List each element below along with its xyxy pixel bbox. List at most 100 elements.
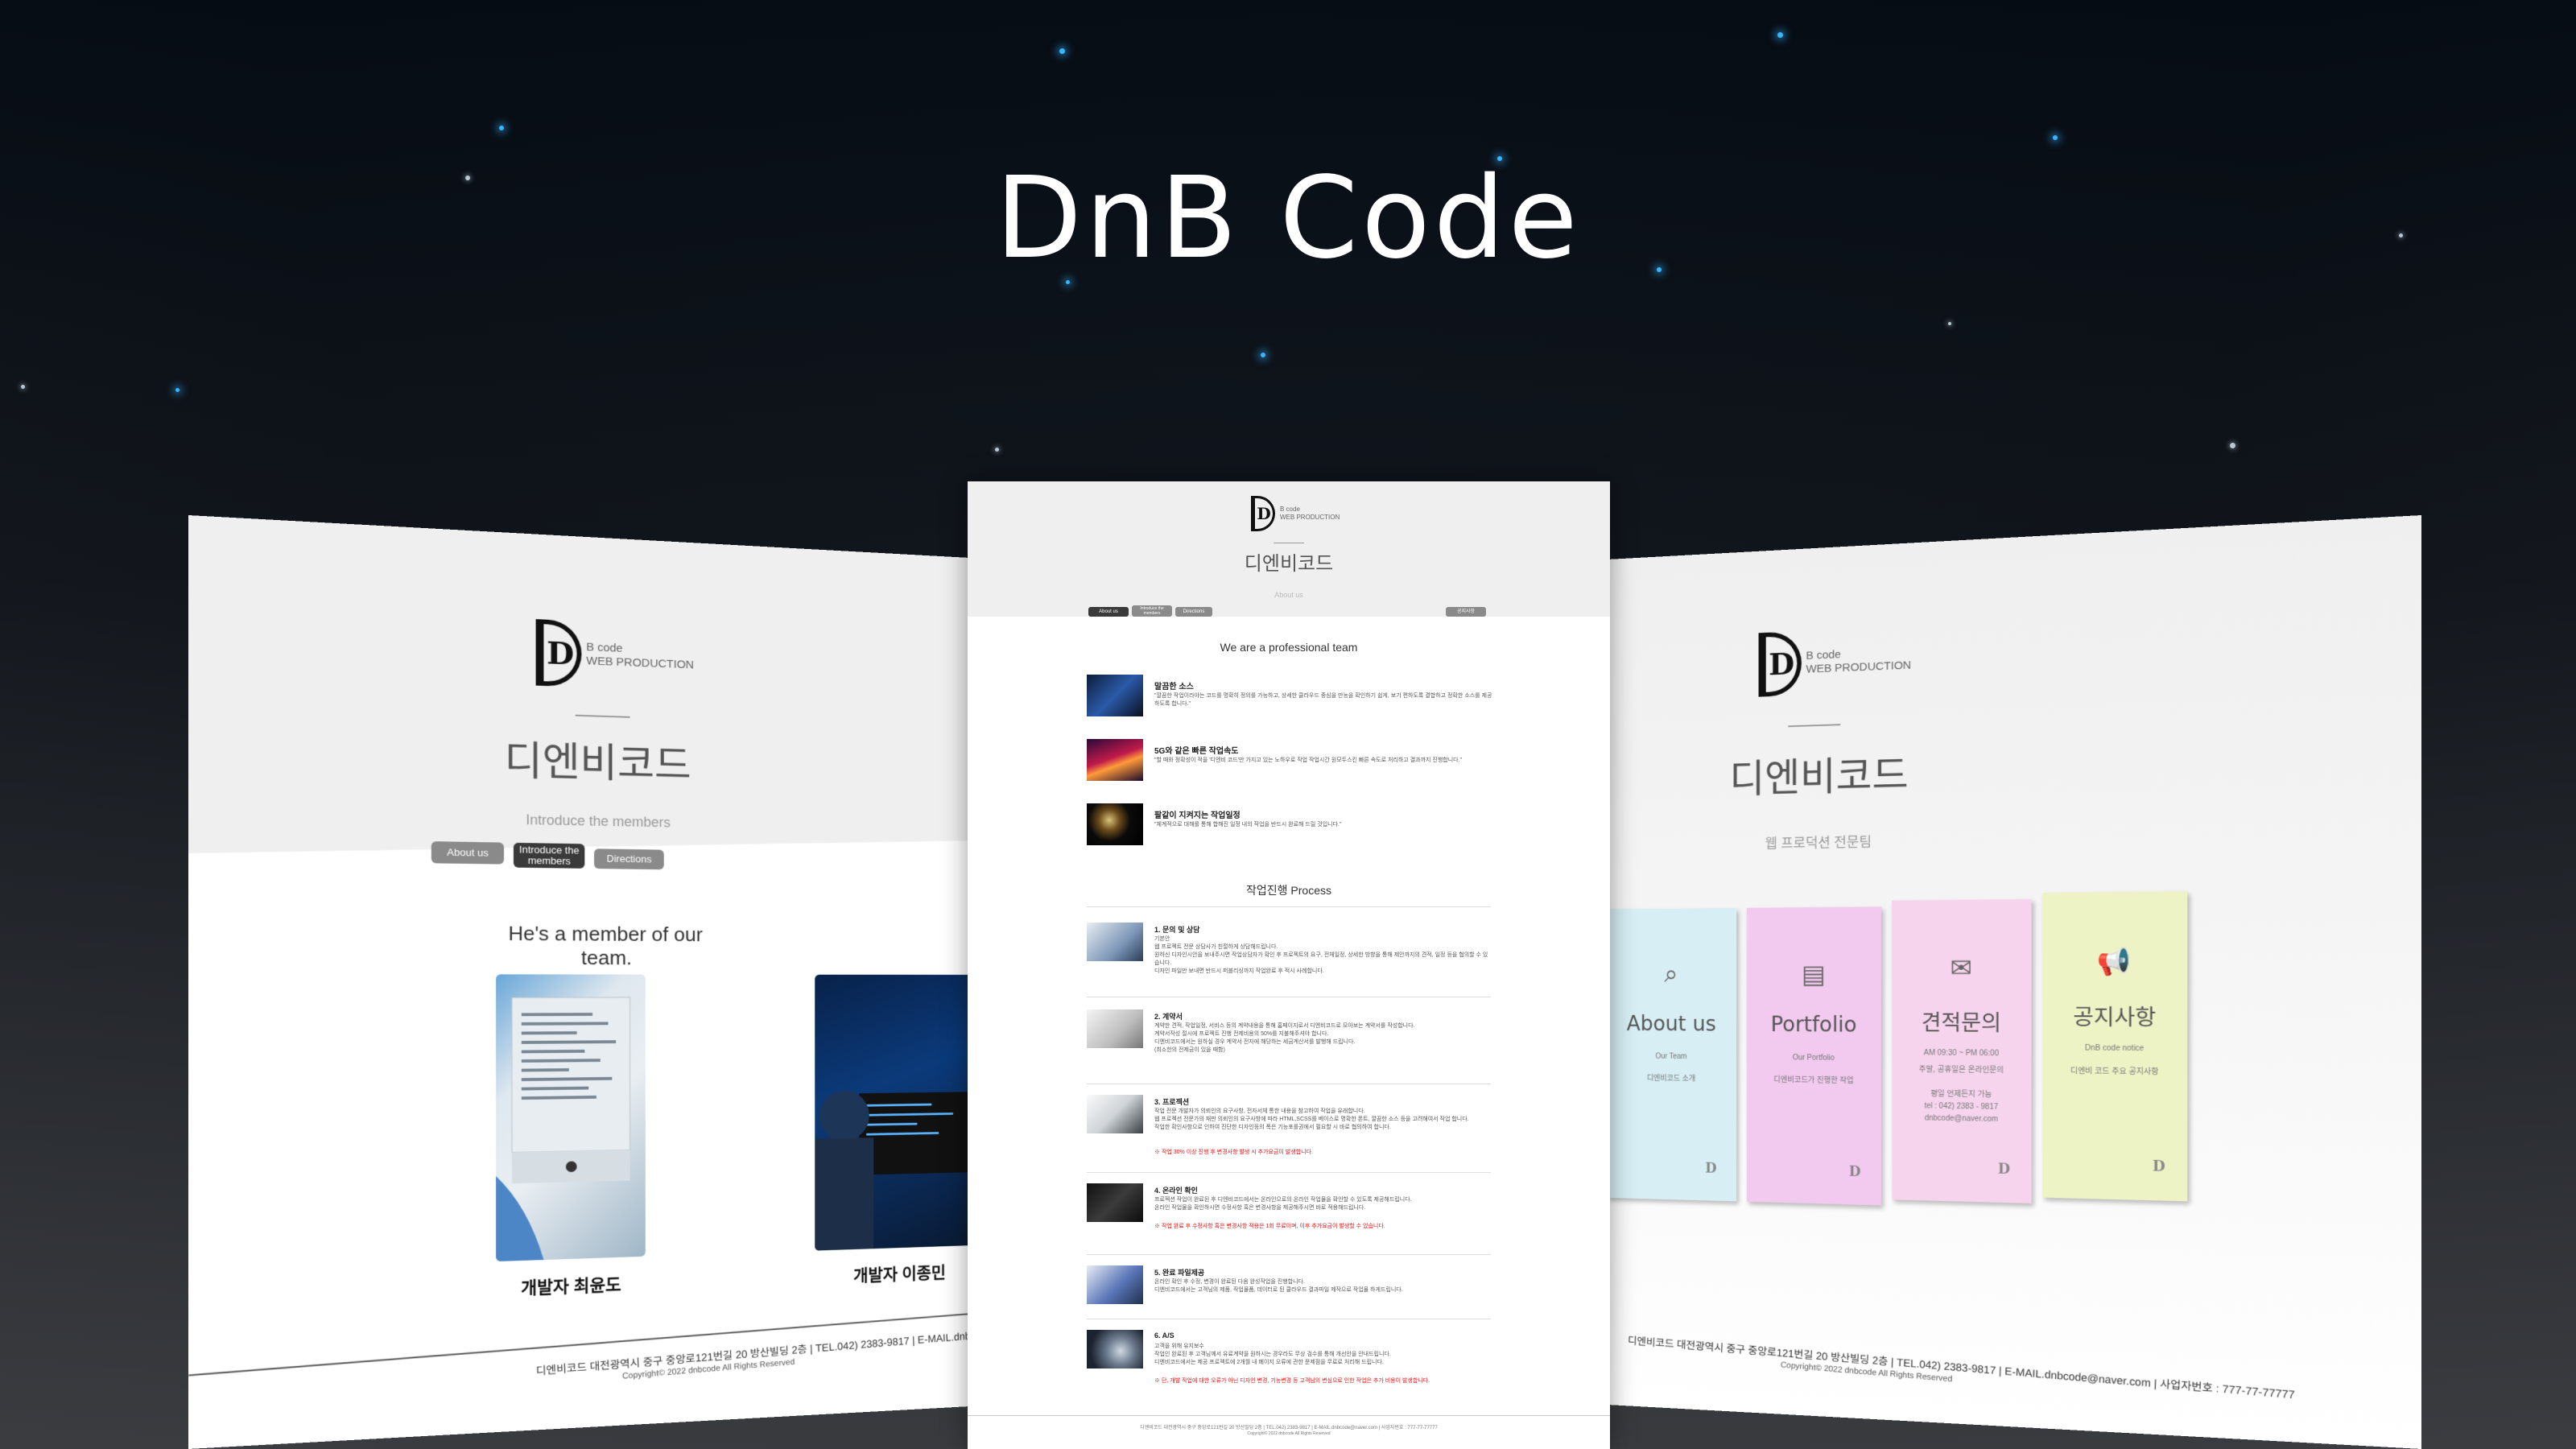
process-step: 1. 문의 및 상담 기본안 웹 프로젝트 전문 상담사가 친절하게 상담해드립…	[1087, 923, 1489, 987]
star-decoration	[1777, 32, 1783, 38]
card-title: 공지사항	[2073, 1004, 2157, 1031]
logo-line: B code	[1280, 506, 1300, 513]
step-title: 4. 온라인 확인	[1154, 1187, 1198, 1195]
process-step: 5. 완료 파일제공 온라인 확인 후 수정, 변경이 완료된 다음 완성작업을…	[1087, 1265, 1489, 1311]
search-doc-icon: ⌕	[1664, 960, 1678, 989]
member-name: 개발자 최윤도	[521, 1274, 621, 1298]
member-name: 개발자 이종민	[853, 1263, 946, 1286]
logo-mark-icon: D	[2152, 1158, 2165, 1175]
divider	[1087, 1172, 1491, 1173]
step-desc: 작업 전문 개발자가 의뢰인의 요구사항, 전자서체 통한 내용을 참고하여 작…	[1154, 1108, 1469, 1130]
star-decoration	[175, 388, 180, 392]
star-decoration	[1059, 48, 1065, 54]
usb-drive-image	[1087, 1265, 1143, 1304]
star-decoration	[1261, 353, 1265, 357]
process-step: 3. 프로젝션 작업 전문 개발자가 의뢰인의 요구사항, 전자서체 통한 내용…	[1087, 1095, 1489, 1166]
center-page-preview: D B code WEB PRODUCTION 디엔비코드 About us A…	[968, 481, 1610, 1449]
star-decoration	[1948, 322, 1951, 325]
feature-desc: "체계적으로 대해를 통해 합해진 일정 내의 작업을 반드시 완료해 드릴 것…	[1154, 822, 1342, 828]
page-subtitle: About us	[1274, 591, 1303, 599]
feature-title: 말끔한 소스	[1154, 683, 1194, 691]
tab-introduce-members[interactable]: Introduce the members	[513, 842, 585, 869]
card-estimate[interactable]: ✉ 견적문의 AM 09:30 ~ PM 06:00 주말, 공휴일은 온라인문…	[1892, 898, 2032, 1203]
laptop-image	[496, 974, 646, 1262]
card-subtitle: DnB code notice	[2084, 1043, 2145, 1054]
section-heading: 작업진행 Process	[1246, 884, 1331, 897]
document-icon: ▤	[1801, 960, 1826, 989]
card-subtitle: AM 09:30 ~ PM 06:00	[1923, 1048, 2000, 1059]
card-contact: 평일 언제든지 가능 tel : 042) 2383 - 9817 dnbcod…	[1924, 1089, 1999, 1124]
divider	[1087, 1254, 1491, 1255]
logo: D B code WEB PRODUCTION	[1758, 626, 1911, 697]
step-warning: ※ 작업 완료 후 수정사항 혹은 변경사항 적용은 1회 무료이며, 이후 추…	[1154, 1224, 1385, 1229]
tab-introduce-members[interactable]: Introduce the members	[1132, 605, 1172, 617]
tab-about-us[interactable]: About us	[431, 841, 505, 865]
step-desc: 기본안 웹 프로젝트 전문 상담사가 친절하게 상담해드립니다. 원하신 디자인…	[1154, 936, 1488, 974]
section-heading: We are a professional team	[1220, 641, 1358, 654]
card-title: Portfolio	[1770, 1011, 1857, 1038]
step-desc: 프로젝션 작업이 완료된 후 디엔비코드에서는 온라인으로의 온라인 작업물을 …	[1154, 1197, 1412, 1211]
repair-image	[1087, 1330, 1143, 1368]
feature-title: 팔같이 지켜지는 작업일정	[1154, 811, 1241, 820]
step-title: 2. 계약서	[1154, 1013, 1183, 1021]
logo-mark-icon: D	[1848, 1163, 1861, 1180]
tab-about-us[interactable]: About us	[1088, 607, 1129, 617]
logo: D B code WEB PRODUCTION	[535, 619, 694, 691]
tab-notice[interactable]: 공지사항	[1446, 607, 1486, 617]
feature-item: 팔같이 지켜지는 작업일정 "체계적으로 대해를 통해 합해진 일정 내의 작업…	[1087, 803, 1489, 852]
feature-title: 5G와 같은 빠른 작업속도	[1154, 747, 1239, 756]
process-step: 6. A/S 고객을 위해 유지보수 작업인 완료된 후 고객님께서 유료계약을…	[1087, 1330, 1489, 1394]
logo-mark-icon: D	[1997, 1161, 2011, 1178]
divider	[1087, 906, 1491, 907]
logo-d-icon: D	[1251, 496, 1275, 531]
code-screen-image	[1087, 675, 1143, 716]
card-caption: 디엔비코드가 진행한 작업	[1773, 1075, 1854, 1085]
footer-copyright: Copyright© 2022 dnbcode All Rights Reser…	[1247, 1431, 1331, 1436]
card-title: About us	[1626, 1011, 1716, 1037]
card-about-us[interactable]: ⌕ About us Our Team 디엔비코드 소개 D	[1606, 907, 1737, 1202]
step-warning: ※ 작업 30% 이상 진행 후 변경사항 발생 시 추가요금이 발생합니다.	[1154, 1150, 1313, 1155]
card-caption: 디엔비 코드 주요 공지사항	[2070, 1067, 2159, 1077]
left-page-preview: D B code WEB PRODUCTION 디엔비코드 Introduce …	[188, 515, 993, 1449]
tab-directions[interactable]: Directions	[1175, 607, 1212, 617]
footer-divider	[968, 1415, 1610, 1416]
section-heading: He's a member of our team.	[508, 921, 703, 969]
step-desc: 계약한 견적, 작업일정, 서비스 등의 계약내용을 통해 홈페이지로서 디엔비…	[1154, 1023, 1415, 1053]
tab-directions[interactable]: Directions	[594, 848, 664, 870]
card-notice[interactable]: 📢 공지사항 DnB code notice 디엔비 코드 주요 공지사항 D	[2042, 891, 2188, 1202]
step-desc: 고객을 위해 유지보수 작업인 완료된 후 고객님께서 유료계약을 원하시는 경…	[1154, 1344, 1391, 1365]
step-title: 3. 프로젝션	[1154, 1098, 1190, 1106]
logo-d-icon: D	[1758, 630, 1802, 697]
page-subtitle: 웹 프로덕션 전문팀	[1765, 834, 1872, 852]
star-decoration	[21, 385, 25, 389]
card-caption: 디엔비코드 소개	[1646, 1074, 1696, 1084]
member-photo	[815, 974, 972, 1251]
star-decoration	[2230, 443, 2235, 448]
megaphone-icon: 📢	[2097, 947, 2132, 977]
brand-name: 디엔비코드	[504, 737, 691, 789]
brand-name: 디엔비코드	[1244, 552, 1334, 575]
logo-line: WEB PRODUCTION	[1280, 514, 1340, 521]
right-page-preview: D B code WEB PRODUCTION 디엔비코드 웹 프로덕션 전문팀…	[1584, 515, 2421, 1449]
card-portfolio[interactable]: ▤ Portfolio Our Portfolio 디엔비코드가 진행한 작업 …	[1746, 906, 1882, 1206]
developer-image	[815, 1090, 972, 1251]
light-trail-image	[1087, 739, 1143, 781]
logo-mark-icon: D	[1705, 1160, 1717, 1177]
star-decoration	[2053, 135, 2058, 140]
footer-address: 디엔비코드 대전광역시 중구 중앙로121번길 20 방산빌딩 2층 | TEL…	[1140, 1426, 1438, 1430]
process-step: 4. 온라인 확인 프로젝션 작업이 완료된 후 디엔비코드에서는 온라인으로의…	[1087, 1183, 1489, 1248]
pocket-watch-image	[1087, 803, 1143, 845]
card-caption: 주말, 공휴일은 온라인문의	[1918, 1065, 2004, 1075]
process-step: 2. 계약서 계약한 견적, 작업일정, 서비스 등의 계약내용을 통해 홈페이…	[1087, 1009, 1489, 1074]
logo: D B code WEB PRODUCTION	[1251, 496, 1340, 531]
star-decoration	[499, 126, 504, 130]
mail-icon: ✉	[1950, 953, 1972, 983]
star-decoration	[995, 448, 999, 452]
step-title: 1. 문의 및 상담	[1154, 926, 1200, 934]
feature-desc: "깔끔한 작업이라야는 코드를 명확히 정의를 가능하고, 상세한 클라우드 중…	[1154, 693, 1492, 707]
card-title: 견적문의	[1921, 1009, 2002, 1036]
step-title: 5. 완료 파일제공	[1154, 1269, 1205, 1277]
code-monitor-image	[1087, 1183, 1143, 1222]
logo-d-icon: D	[535, 619, 582, 687]
contract-image	[1087, 1009, 1143, 1048]
